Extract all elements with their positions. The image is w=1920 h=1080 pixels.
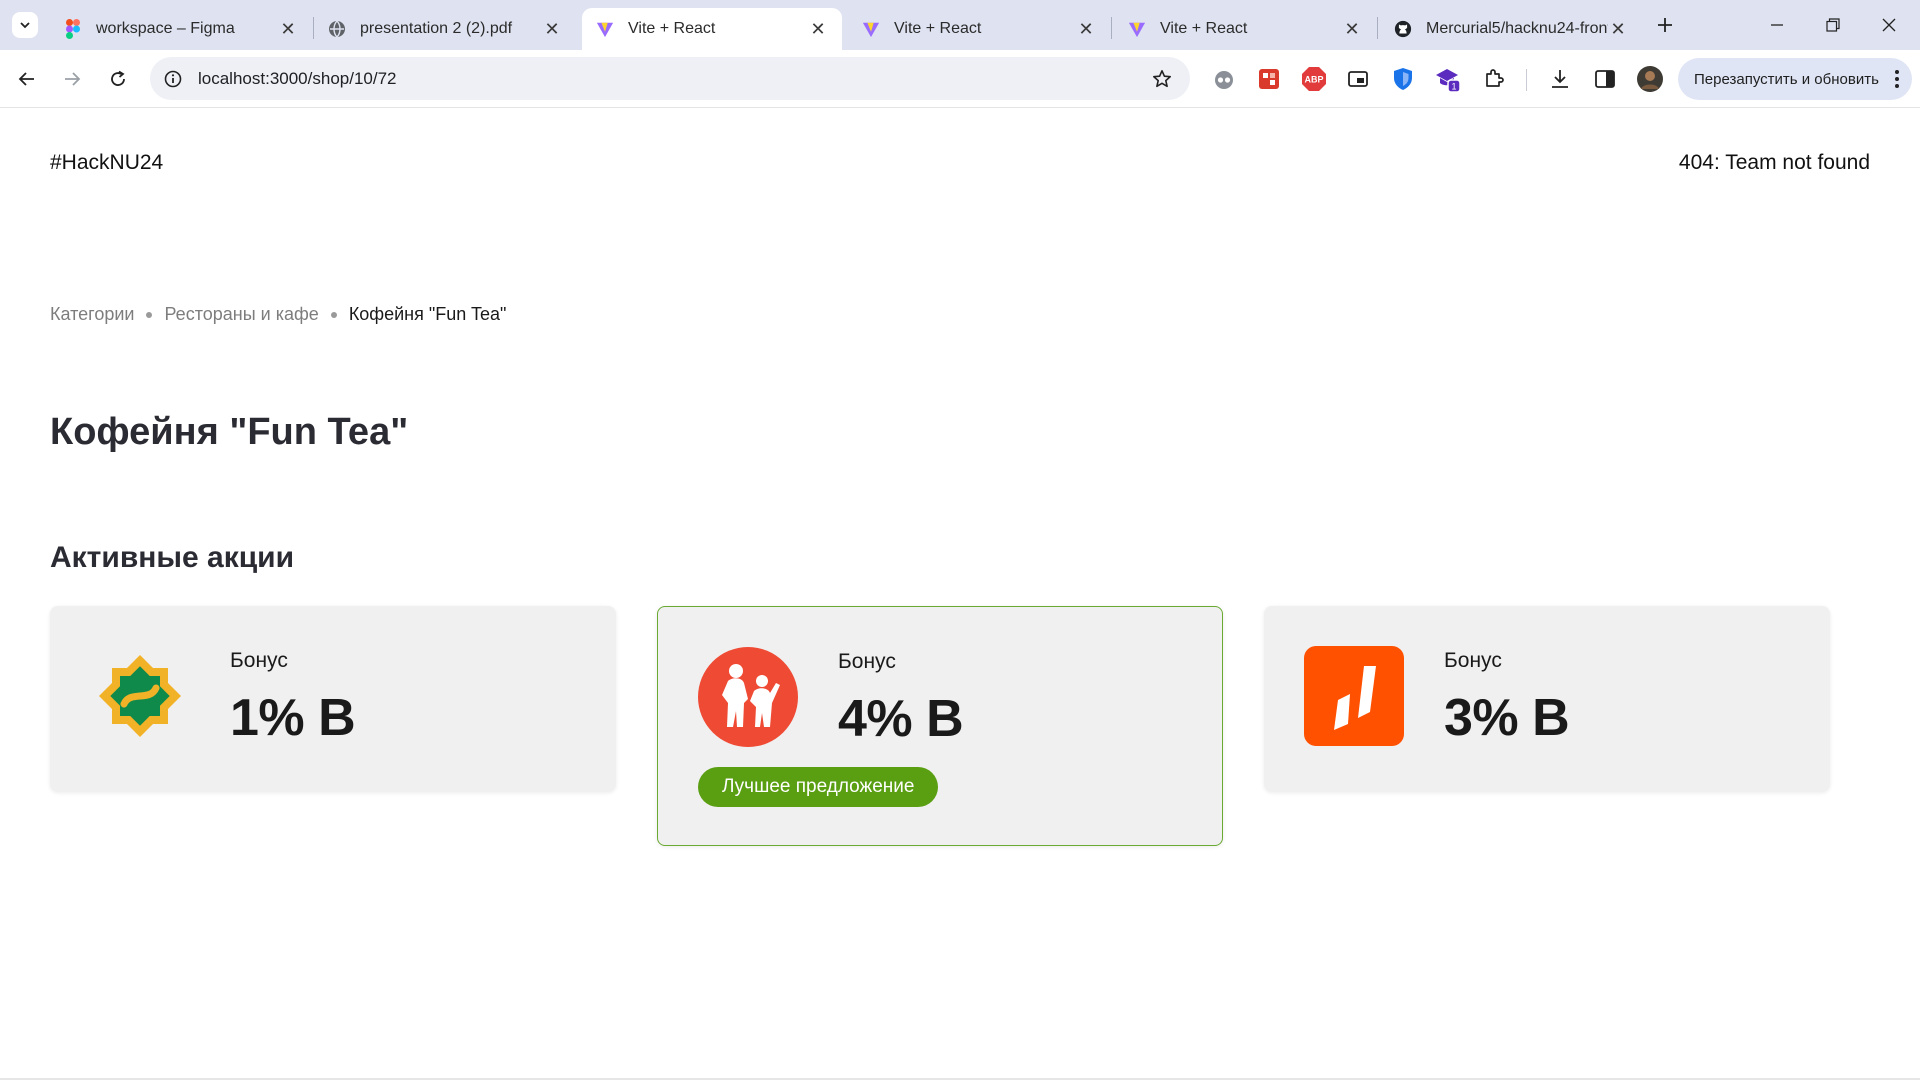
close-icon (1882, 18, 1896, 32)
url-text[interactable]: localhost:3000/shop/10/72 (198, 69, 1148, 89)
promotion-type: Бонус (230, 649, 288, 672)
page-title: Кофейня "Fun Tea" (50, 411, 409, 453)
tab-title: workspace – Figma (96, 20, 235, 37)
promotion-type: Бонус (1444, 649, 1502, 672)
minimize-button[interactable] (1762, 10, 1792, 40)
globe-icon (328, 20, 346, 38)
promotion-value: 4% B (838, 690, 964, 748)
tab-separator (1377, 17, 1378, 39)
tab-vite-react[interactable]: Vite + React ✕ (848, 8, 1110, 50)
tab-title: Vite + React (628, 20, 716, 37)
breadcrumb-separator (146, 311, 153, 318)
toolbar-separator (1526, 69, 1527, 91)
browser-toolbar: localhost:3000/shop/10/72 ABP 1 Перезапу… (0, 50, 1920, 108)
relaunch-update-button[interactable]: Перезапустить и обновить (1678, 58, 1912, 100)
close-icon[interactable]: ✕ (1608, 19, 1628, 39)
shield-extension-icon[interactable] (1389, 65, 1417, 93)
tab-figma[interactable]: workspace – Figma ✕ (50, 8, 312, 50)
new-tab-button[interactable] (1652, 12, 1678, 38)
forward-button[interactable] (57, 64, 87, 94)
tab-pdf[interactable]: presentation 2 (2).pdf ✕ (314, 8, 576, 50)
vite-icon (1128, 20, 1146, 38)
vite-icon (862, 20, 880, 38)
close-icon[interactable]: ✕ (542, 19, 562, 39)
more-vert-icon[interactable] (1894, 68, 1900, 94)
breadcrumb-item-restaurants[interactable]: Рестораны и кафе (164, 304, 318, 325)
minimize-icon (1771, 24, 1783, 26)
extension-badge-count: 1 (1451, 82, 1456, 92)
restore-icon (1826, 18, 1840, 32)
figma-icon (64, 19, 82, 39)
green-star-bank-logo (90, 646, 190, 746)
arrow-right-icon (65, 72, 81, 86)
tampermonkey-extension-icon[interactable] (1210, 65, 1238, 93)
github-icon (1394, 20, 1412, 38)
tab-title: Vite + React (894, 20, 982, 37)
close-icon[interactable]: ✕ (278, 19, 298, 39)
page-content: #HackNU24 404: Team not found Категории … (0, 109, 1920, 1080)
close-icon[interactable]: ✕ (808, 19, 828, 39)
restore-button[interactable] (1818, 10, 1848, 40)
graduation-extension-icon[interactable]: 1 (1434, 65, 1462, 93)
download-icon[interactable] (1546, 65, 1574, 93)
breadcrumb-item-categories[interactable]: Категории (50, 304, 134, 325)
plus-icon (1658, 18, 1672, 32)
adblock-plus-icon[interactable]: ABP (1300, 65, 1328, 93)
tab-title: Vite + React (1160, 20, 1248, 37)
extensions-puzzle-icon[interactable] (1480, 65, 1508, 93)
tab-github[interactable]: Mercurial5/hacknu24-front ✕ (1380, 8, 1642, 50)
address-bar[interactable]: localhost:3000/shop/10/72 (150, 57, 1190, 100)
tab-title: presentation 2 (2).pdf (360, 20, 513, 37)
breadcrumb: Категории Рестораны и кафе Кофейня "Fun … (50, 304, 506, 325)
promotion-card[interactable]: Бонус 3% B (1264, 606, 1830, 792)
site-brand[interactable]: #HackNU24 (50, 151, 163, 175)
picture-in-picture-icon[interactable] (1344, 65, 1372, 93)
section-title: Активные акции (50, 541, 295, 574)
relaunch-label: Перезапустить и обновить (1694, 70, 1879, 88)
best-offer-badge: Лучшее предложение (698, 767, 939, 807)
profile-avatar[interactable] (1636, 65, 1664, 93)
reload-icon (111, 70, 125, 86)
breadcrumb-separator (330, 311, 337, 318)
promotion-card[interactable]: Бонус 1% B (50, 606, 616, 792)
window-close-button[interactable] (1874, 10, 1904, 40)
close-icon[interactable]: ✕ (1076, 19, 1096, 39)
promotion-value: 3% B (1444, 689, 1570, 747)
puzzle-red-extension-icon[interactable] (1255, 65, 1283, 93)
tab-vite-react-active[interactable]: Vite + React ✕ (582, 8, 842, 50)
red-family-bank-logo (698, 647, 798, 747)
reload-button[interactable] (103, 64, 133, 94)
chevron-down-icon (20, 22, 30, 29)
arrow-left-icon (18, 72, 34, 86)
tab-search-button[interactable] (12, 12, 38, 38)
side-panel-icon[interactable] (1591, 65, 1619, 93)
tab-separator (1111, 17, 1112, 39)
team-name: 404: Team not found (1678, 151, 1870, 174)
site-info-icon[interactable] (162, 68, 184, 90)
promotion-value: 1% B (230, 689, 356, 747)
promotion-card-best[interactable]: Бонус 4% B Лучшее предложение (657, 606, 1223, 846)
adblock-label: ABP (1304, 75, 1323, 85)
vite-icon (596, 20, 614, 38)
back-button[interactable] (12, 64, 42, 94)
breadcrumb-item-current: Кофейня "Fun Tea" (348, 304, 507, 324)
tab-strip: workspace – Figma ✕ presentation 2 (2).p… (0, 0, 1920, 50)
close-icon[interactable]: ✕ (1342, 19, 1362, 39)
tab-title: Mercurial5/hacknu24-front (1426, 20, 1608, 37)
bookmark-star-icon[interactable] (1148, 65, 1176, 93)
orange-bank-logo (1304, 646, 1404, 746)
tab-vite-react[interactable]: Vite + React ✕ (1114, 8, 1376, 50)
promotion-type: Бонус (838, 650, 896, 673)
